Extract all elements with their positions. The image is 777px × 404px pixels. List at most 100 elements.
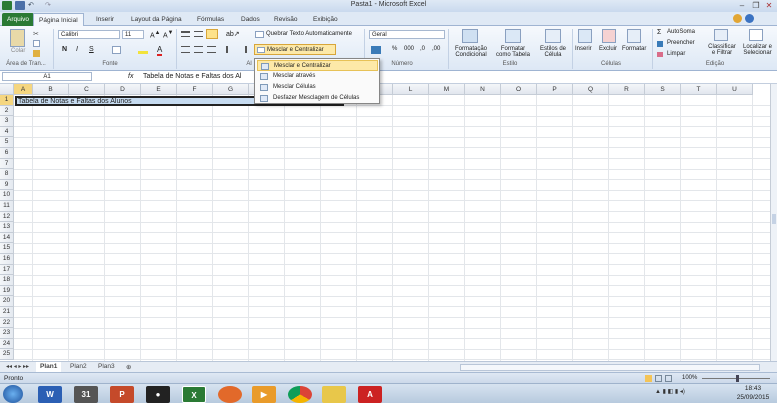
row-header-11[interactable]: 11	[0, 201, 14, 212]
column-header-g[interactable]: G	[213, 84, 249, 95]
chrome-icon[interactable]	[288, 386, 312, 403]
italic-button[interactable]: I	[76, 46, 78, 53]
align-top-icon[interactable]	[181, 31, 190, 37]
fx-icon[interactable]: fx	[128, 73, 133, 80]
app-icon[interactable]: ●	[146, 386, 170, 403]
row-header-14[interactable]: 14	[0, 232, 14, 244]
clear-button[interactable]: Limpar	[667, 51, 685, 57]
column-header-a[interactable]: A	[14, 84, 33, 95]
firefox-icon[interactable]	[218, 386, 242, 403]
row-header-15[interactable]: 15	[0, 243, 14, 254]
paste-icon[interactable]	[10, 29, 25, 47]
decrease-indent-icon[interactable]	[226, 46, 235, 53]
fill-button[interactable]: Preencher	[667, 40, 695, 46]
column-header-c[interactable]: C	[69, 84, 105, 95]
page-layout-icon[interactable]	[655, 375, 662, 382]
column-header-b[interactable]: B	[33, 84, 69, 95]
orientation-icon[interactable]: ab↗	[226, 30, 240, 38]
row-header-4[interactable]: 4	[0, 126, 14, 138]
row-header-1[interactable]: 1	[0, 95, 14, 106]
underline-button[interactable]: S	[89, 46, 94, 53]
select-all-corner[interactable]	[0, 84, 14, 95]
column-header-e[interactable]: E	[141, 84, 177, 95]
tab-exibicao[interactable]: Exibição	[308, 13, 343, 26]
excel-taskbar-icon[interactable]: X	[182, 386, 206, 403]
start-button[interactable]	[3, 385, 23, 403]
page-break-icon[interactable]	[665, 375, 672, 382]
decrease-decimal-icon[interactable]: ,00	[432, 46, 440, 52]
menu-item-merge-across[interactable]: Mesclar através	[257, 71, 378, 82]
align-middle-icon[interactable]	[194, 31, 203, 37]
row-header-6[interactable]: 6	[0, 148, 14, 159]
row-header-9[interactable]: 9	[0, 179, 14, 191]
help-icon[interactable]	[745, 14, 754, 23]
column-header-d[interactable]: D	[105, 84, 141, 95]
column-header-r[interactable]: R	[609, 84, 645, 95]
column-header-u[interactable]: U	[717, 84, 753, 95]
menu-item-unmerge[interactable]: Desfazer Mesclagem de Células	[257, 93, 378, 104]
currency-icon[interactable]	[371, 46, 381, 54]
increase-indent-icon[interactable]	[238, 46, 247, 53]
menu-item-merge-cells[interactable]: Mesclar Células	[257, 82, 378, 93]
cell-styles-button[interactable]: Estilos de Célula	[535, 46, 571, 58]
row-header-22[interactable]: 22	[0, 317, 14, 329]
find-select-button[interactable]: Localizar e Selecionar	[738, 44, 777, 56]
column-header-s[interactable]: S	[645, 84, 681, 95]
column-header-q[interactable]: Q	[573, 84, 609, 95]
format-table-button[interactable]: Formatar como Tabela	[493, 46, 533, 58]
row-header-12[interactable]: 12	[0, 211, 14, 223]
row-header-19[interactable]: 19	[0, 285, 14, 297]
shrink-font-button[interactable]: A▼	[163, 30, 173, 39]
paste-button[interactable]: Colar	[11, 48, 25, 54]
insert-cells-button[interactable]: Inserir	[575, 46, 592, 52]
sheet-tab-plan3[interactable]: Plan3	[94, 362, 119, 372]
column-header-m[interactable]: M	[429, 84, 465, 95]
increase-decimal-icon[interactable]: ,0	[420, 46, 425, 52]
fill-color-icon[interactable]	[138, 46, 148, 54]
column-header-t[interactable]: T	[681, 84, 717, 95]
format-cells-button[interactable]: Formatar	[622, 46, 646, 52]
row-header-24[interactable]: 24	[0, 338, 14, 350]
restore-icon[interactable]: ❐	[749, 1, 763, 10]
column-header-f[interactable]: F	[177, 84, 213, 95]
row-header-2[interactable]: 2	[0, 105, 14, 117]
autosum-button[interactable]: AutoSoma	[667, 29, 695, 35]
row-header-21[interactable]: 21	[0, 307, 14, 318]
column-header-o[interactable]: O	[501, 84, 537, 95]
tab-inserir[interactable]: Inserir	[91, 13, 119, 26]
align-right-icon[interactable]	[207, 46, 216, 53]
sheet-tab-plan1[interactable]: Plan1	[36, 362, 62, 372]
name-box[interactable]: A1	[2, 72, 92, 81]
row-header-18[interactable]: 18	[0, 275, 14, 286]
calendar-icon[interactable]: 31	[74, 386, 98, 403]
normal-view-icon[interactable]	[645, 375, 652, 382]
close-icon[interactable]: ✕	[762, 1, 776, 10]
powerpoint-icon[interactable]: P	[110, 386, 134, 403]
scroll-thumb[interactable]	[772, 214, 776, 224]
row-header-20[interactable]: 20	[0, 296, 14, 307]
font-color-icon[interactable]: A	[157, 45, 163, 56]
bold-button[interactable]: N	[62, 46, 67, 53]
align-left-icon[interactable]	[181, 46, 190, 53]
tab-pagina-inicial[interactable]: Página Inicial	[33, 13, 84, 26]
column-header-p[interactable]: P	[537, 84, 573, 95]
insert-sheet-icon[interactable]: ⊕	[122, 362, 135, 372]
sheet-nav-icon[interactable]: ◂◂ ◂ ▸ ▸▸	[2, 362, 33, 372]
zoom-thumb[interactable]	[736, 375, 739, 382]
word-icon[interactable]: W	[38, 386, 62, 403]
tab-layout[interactable]: Layout da Página	[126, 13, 187, 26]
sort-filter-button[interactable]: Classificar e Filtrar	[706, 44, 738, 56]
folder-icon[interactable]	[322, 386, 346, 403]
tab-revisao[interactable]: Revisão	[269, 13, 302, 26]
align-bottom-icon[interactable]	[206, 29, 218, 39]
row-header-17[interactable]: 17	[0, 264, 14, 276]
font-name-select[interactable]: Calibri	[58, 30, 120, 39]
conditional-format-button[interactable]: Formatação Condicional	[451, 46, 491, 58]
align-center-icon[interactable]	[194, 46, 203, 53]
tab-arquivo[interactable]: Arquivo	[2, 13, 35, 26]
row-header-8[interactable]: 8	[0, 169, 14, 180]
tray-icons[interactable]: ▲ ▮ ◧ ▮ ◂)	[655, 388, 685, 395]
merge-center-button[interactable]: Mesclar e Centralizar	[254, 44, 336, 55]
tab-formulas[interactable]: Fórmulas	[192, 13, 229, 26]
row-header-23[interactable]: 23	[0, 328, 14, 339]
